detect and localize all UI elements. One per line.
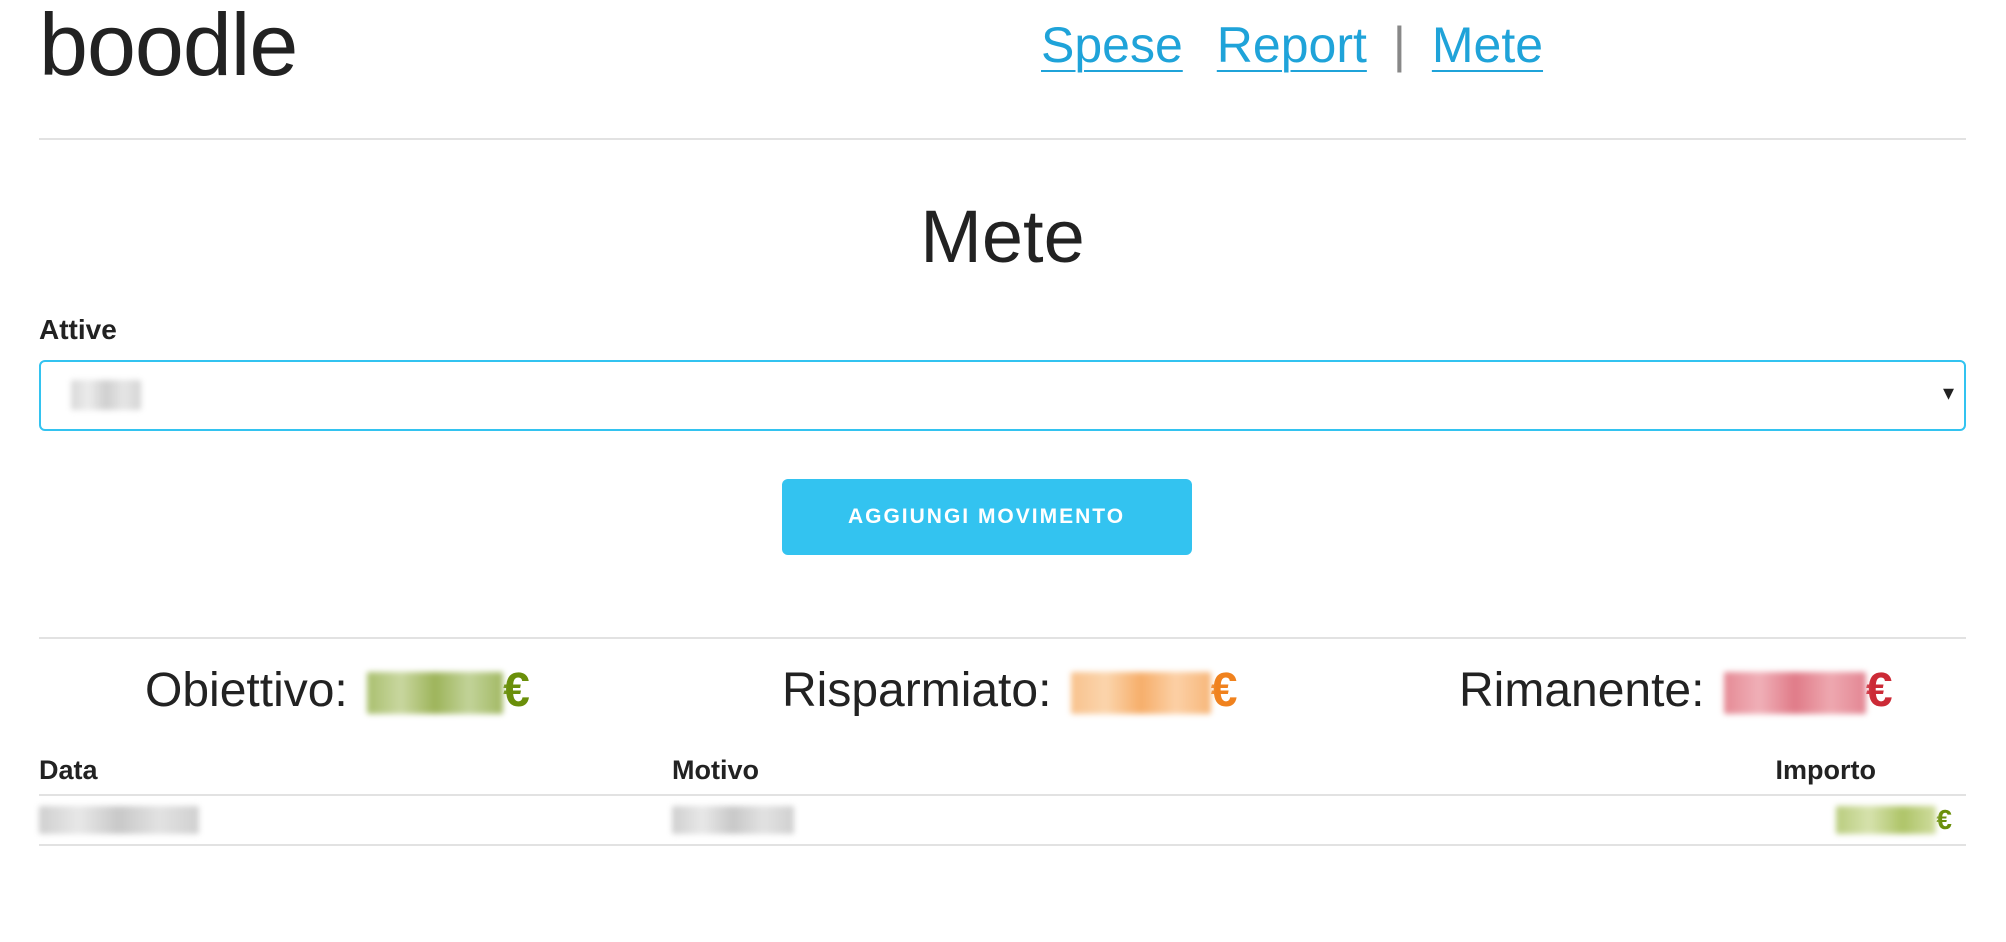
saved-amount-redacted — [1070, 672, 1211, 715]
date-redacted — [39, 806, 199, 834]
nav-link-mete[interactable]: Mete — [1432, 17, 1543, 73]
add-movement-button[interactable]: Aggiungi movimento — [781, 479, 1192, 555]
goal-summary: Obiettivo: € Risparmiato: € Rimanente: € — [39, 639, 1966, 747]
remaining-amount-redacted — [1723, 672, 1866, 715]
column-header-importo[interactable]: Importo — [1177, 747, 1966, 796]
amount-currency: € — [1936, 804, 1952, 835]
active-goals-label: Attive — [39, 314, 117, 345]
movements-table: Data Motivo Importo € — [39, 747, 1966, 846]
objective-stat: Obiettivo: € — [145, 663, 530, 718]
amount-redacted — [1836, 806, 1937, 834]
objective-amount-redacted — [367, 672, 504, 715]
objective-currency: € — [503, 664, 530, 717]
table-row[interactable]: € — [39, 795, 1966, 846]
cell-amount: € — [1177, 795, 1966, 846]
divider — [39, 138, 1966, 140]
reason-redacted — [672, 806, 794, 834]
saved-label: Risparmiato: — [782, 664, 1052, 717]
app-logo[interactable]: boodle — [39, 0, 298, 96]
header: boodle Spese Report | Mete — [39, 0, 1966, 138]
remaining-stat: Rimanente: € — [1459, 663, 1893, 718]
table-header-row: Data Motivo Importo — [39, 747, 1966, 796]
button-row: Aggiungi movimento — [39, 479, 1966, 555]
selected-goal-value-redacted — [71, 380, 141, 410]
app-container: boodle Spese Report | Mete Mete Attive ▾ Ag… — [39, 0, 1966, 846]
nav-link-report[interactable]: Report — [1217, 17, 1367, 73]
remaining-label: Rimanente: — [1459, 664, 1705, 717]
column-header-motivo[interactable]: Motivo — [672, 747, 1178, 796]
saved-currency: € — [1210, 664, 1238, 717]
main-nav: Spese Report | Mete — [1041, 16, 1543, 74]
remaining-currency: € — [1865, 664, 1893, 717]
cell-reason — [672, 795, 1178, 846]
nav-separator: | — [1392, 17, 1406, 73]
saved-stat: Risparmiato: € — [782, 663, 1237, 718]
column-header-data[interactable]: Data — [39, 747, 672, 796]
nav-link-spese[interactable]: Spese — [1041, 17, 1183, 73]
page-title: Mete — [920, 195, 1085, 278]
chevron-down-icon: ▾ — [1942, 380, 1954, 405]
active-goal-select[interactable]: ▾ — [39, 360, 1966, 431]
objective-label: Obiettivo: — [145, 664, 348, 717]
cell-date — [39, 795, 672, 846]
